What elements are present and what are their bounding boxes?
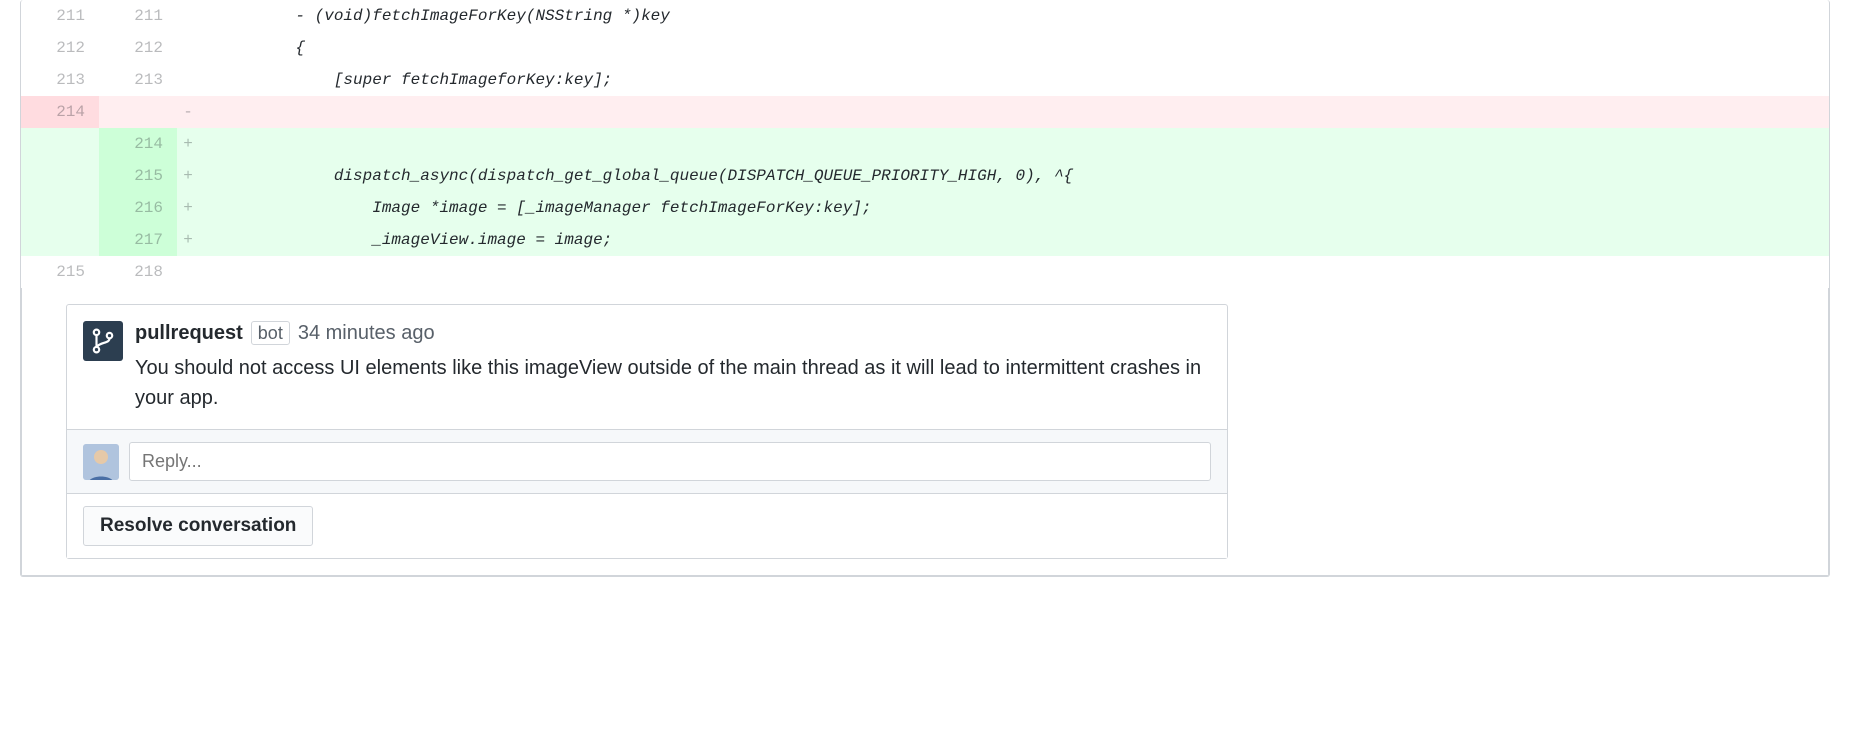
code-line[interactable]: dispatch_async(dispatch_get_global_queue… [199,160,1829,192]
diff-marker [177,64,199,96]
diff-row: 212212 { [21,32,1829,64]
code-line[interactable]: - (void)fetchImageForKey(NSString *)key [199,0,1829,32]
new-line-number[interactable]: 212 [99,32,177,64]
code-line[interactable] [199,96,1829,128]
current-user-avatar[interactable] [83,444,119,480]
reply-input[interactable] [129,442,1211,481]
code-line[interactable]: [super fetchImageforKey:key]; [199,64,1829,96]
old-line-number[interactable]: 215 [21,256,99,288]
diff-marker: + [177,128,199,160]
comment-author[interactable]: pullrequest [135,322,243,345]
new-line-number[interactable]: 214 [99,128,177,160]
old-line-number[interactable] [21,192,99,224]
code-line[interactable] [199,128,1829,160]
comment-area: pullrequest bot 34 minutes ago You shoul… [21,288,1829,576]
avatar[interactable] [83,321,123,361]
diff-row: 213213 [super fetchImageforKey:key]; [21,64,1829,96]
diff-row: 216+ Image *image = [_imageManager fetch… [21,192,1829,224]
diff-marker [177,256,199,288]
code-line[interactable]: Image *image = [_imageManager fetchImage… [199,192,1829,224]
user-avatar-icon [83,444,119,480]
code-line[interactable]: { [199,32,1829,64]
git-branch-icon [90,328,116,354]
new-line-number[interactable]: 216 [99,192,177,224]
diff-table: 211211 - (void)fetchImageForKey(NSString… [21,0,1829,288]
old-line-number[interactable]: 214 [21,96,99,128]
diff-row: 215218 [21,256,1829,288]
old-line-number[interactable]: 211 [21,0,99,32]
code-line[interactable] [199,256,1829,288]
new-line-number[interactable]: 213 [99,64,177,96]
old-line-number[interactable] [21,160,99,192]
diff-marker [177,0,199,32]
resolve-section: Resolve conversation [67,493,1227,558]
diff-row: 217+ _imageView.image = image; [21,224,1829,256]
comment-header: pullrequest bot 34 minutes ago You shoul… [67,305,1227,429]
review-comment: pullrequest bot 34 minutes ago You shoul… [66,304,1228,559]
new-line-number[interactable] [99,96,177,128]
diff-marker [177,32,199,64]
old-line-number[interactable]: 213 [21,64,99,96]
diff-marker: + [177,160,199,192]
comment-timestamp[interactable]: 34 minutes ago [298,322,435,345]
code-line[interactable]: _imageView.image = image; [199,224,1829,256]
old-line-number[interactable] [21,128,99,160]
diff-marker: - [177,96,199,128]
diff-row: 215+ dispatch_async(dispatch_get_global_… [21,160,1829,192]
diff-row: 211211 - (void)fetchImageForKey(NSString… [21,0,1829,32]
old-line-number[interactable]: 212 [21,32,99,64]
old-line-number[interactable] [21,224,99,256]
diff-marker: + [177,224,199,256]
resolve-conversation-button[interactable]: Resolve conversation [83,506,313,546]
diff-marker: + [177,192,199,224]
new-line-number[interactable]: 215 [99,160,177,192]
new-line-number[interactable]: 218 [99,256,177,288]
comment-body: You should not access UI elements like t… [135,353,1211,413]
new-line-number[interactable]: 217 [99,224,177,256]
bot-badge: bot [251,321,290,345]
diff-row: 214 - [21,96,1829,128]
diff-panel: 211211 - (void)fetchImageForKey(NSString… [20,0,1830,577]
diff-row: 214+ [21,128,1829,160]
reply-section [67,429,1227,493]
new-line-number[interactable]: 211 [99,0,177,32]
